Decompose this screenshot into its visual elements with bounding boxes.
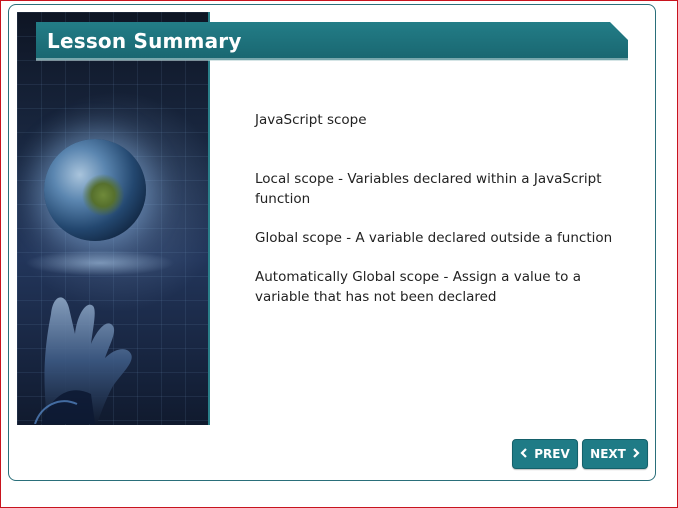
hand-glow [25, 250, 175, 276]
summary-point: Global scope - A variable declared outsi… [255, 230, 613, 246]
page-title: Lesson Summary [47, 29, 242, 53]
summary-topic: JavaScript scope [255, 112, 367, 128]
globe-hand-image [17, 12, 210, 425]
summary-point: Automatically Global scope - Assign a va… [255, 269, 582, 305]
hand-illustration [34, 297, 132, 424]
title-banner: Lesson Summary [36, 22, 628, 61]
prev-button[interactable]: PREV [512, 439, 578, 469]
earth-globe [44, 139, 146, 241]
chevron-right-icon [632, 448, 640, 460]
chevron-left-icon [520, 448, 528, 460]
next-label: NEXT [590, 447, 626, 461]
next-button[interactable]: NEXT [582, 439, 648, 469]
summary-content: JavaScript scope Local scope - Variables… [255, 110, 627, 307]
summary-point: Local scope - Variables declared within … [255, 171, 602, 207]
prev-label: PREV [534, 447, 570, 461]
